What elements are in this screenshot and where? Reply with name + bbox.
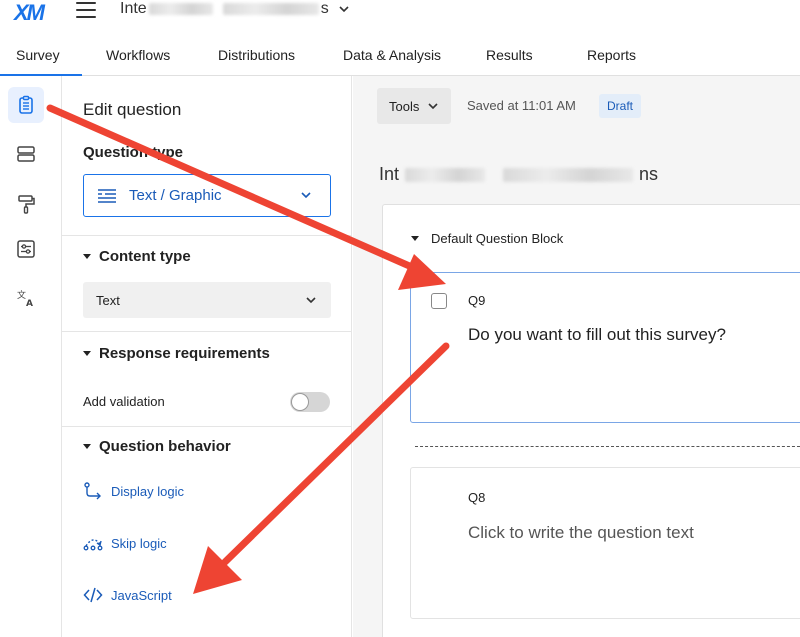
caret-down-icon [83,254,91,259]
display-logic-label: Display logic [111,483,184,499]
saved-status: Saved at 11:01 AM [467,98,576,113]
divider [62,235,352,236]
skip-logic-icon [83,539,103,551]
skip-logic-label: Skip logic [111,535,167,551]
chevron-down-icon [339,6,349,13]
redacted-text [222,3,319,15]
divider [62,331,352,332]
caret-down-icon [83,351,91,356]
redacted-text [148,3,213,15]
settings-sliders-icon[interactable] [8,231,44,267]
tools-button[interactable]: Tools [377,88,452,124]
draft-badge: Draft [599,94,642,118]
caret-down-icon [411,236,419,241]
code-icon [83,587,103,603]
question-type-select[interactable]: Text / Graphic [83,174,331,217]
project-title-prefix: Inte [120,0,147,17]
caret-down-icon [83,444,91,449]
display-logic-icon [84,482,101,500]
main-tabs: Survey Workflows Distributions Data & An… [0,36,800,76]
redacted-text [503,167,634,182]
add-validation-toggle[interactable] [290,392,330,412]
question-text[interactable]: Click to write the question text [468,523,694,543]
project-title-suffix: s [320,0,329,17]
survey-title-prefix: Int [379,164,400,184]
top-bar: XM Inte s [0,0,800,36]
page-break-divider [415,446,800,447]
block-header[interactable]: Default Question Block [411,231,563,246]
content-type-label: Content type [99,248,191,265]
question-id: Q9 [468,293,486,308]
question-type-label: Question type [83,144,184,161]
skip-logic-link[interactable]: Skip logic [83,533,167,553]
redacted-text [405,167,486,182]
javascript-link[interactable]: JavaScript [83,585,172,605]
chevron-down-icon [306,297,316,304]
tab-distributions[interactable]: Distributions [194,36,331,76]
question-block: Default Question Block Q9 Do you want to… [382,204,800,637]
survey-clipboard-icon[interactable] [8,87,44,123]
toggle-knob [292,394,308,410]
hamburger-menu-icon[interactable] [76,2,96,18]
question-text[interactable]: Do you want to fill out this survey? [468,325,726,345]
question-behavior-toggle[interactable]: Question behavior [83,438,231,455]
javascript-label: JavaScript [111,587,172,603]
question-card[interactable]: Q8 Click to write the question text [410,467,800,619]
content-type-value: Text [96,292,120,308]
tools-label: Tools [389,98,420,114]
chevron-down-icon [301,192,311,199]
left-icon-rail: 文A [0,76,62,637]
survey-title-suffix: ns [639,164,659,184]
add-validation-label: Add validation [83,394,165,409]
question-select-checkbox[interactable] [431,293,447,309]
paint-roller-icon[interactable] [8,186,44,222]
question-id: Q8 [468,490,486,505]
project-title[interactable]: Inte s [120,0,351,18]
response-requirements-toggle[interactable]: Response requirements [83,345,270,362]
question-type-value: Text / Graphic [129,187,222,204]
blocks-icon[interactable] [8,136,44,172]
tab-survey[interactable]: Survey [0,36,82,76]
divider [62,426,352,427]
content-type-select[interactable]: Text [83,282,331,318]
survey-canvas: Tools Saved at 11:01 AM Draft Int ns Def… [353,76,800,637]
block-name: Default Question Block [431,231,564,246]
tab-results[interactable]: Results [474,36,571,76]
edit-question-panel: Edit question Question type Text / Graph… [62,76,352,637]
question-card[interactable]: Q9 Do you want to fill out this survey? [410,272,800,423]
translate-icon[interactable]: 文A [8,280,44,316]
content-type-toggle[interactable]: Content type [83,248,191,265]
panel-title: Edit question [83,100,182,119]
survey-title[interactable]: Int ns [379,164,658,185]
question-behavior-label: Question behavior [99,438,231,455]
svg-text:A: A [26,299,33,308]
chevron-down-icon [428,103,438,110]
svg-text:文: 文 [17,289,26,301]
tab-reports[interactable]: Reports [571,36,652,76]
display-logic-link[interactable]: Display logic [83,481,184,501]
tab-data-analysis[interactable]: Data & Analysis [331,36,474,76]
text-graphic-icon [98,188,116,203]
response-requirements-label: Response requirements [99,345,270,362]
tab-workflows[interactable]: Workflows [82,36,194,76]
xm-logo[interactable]: XM [14,0,45,26]
